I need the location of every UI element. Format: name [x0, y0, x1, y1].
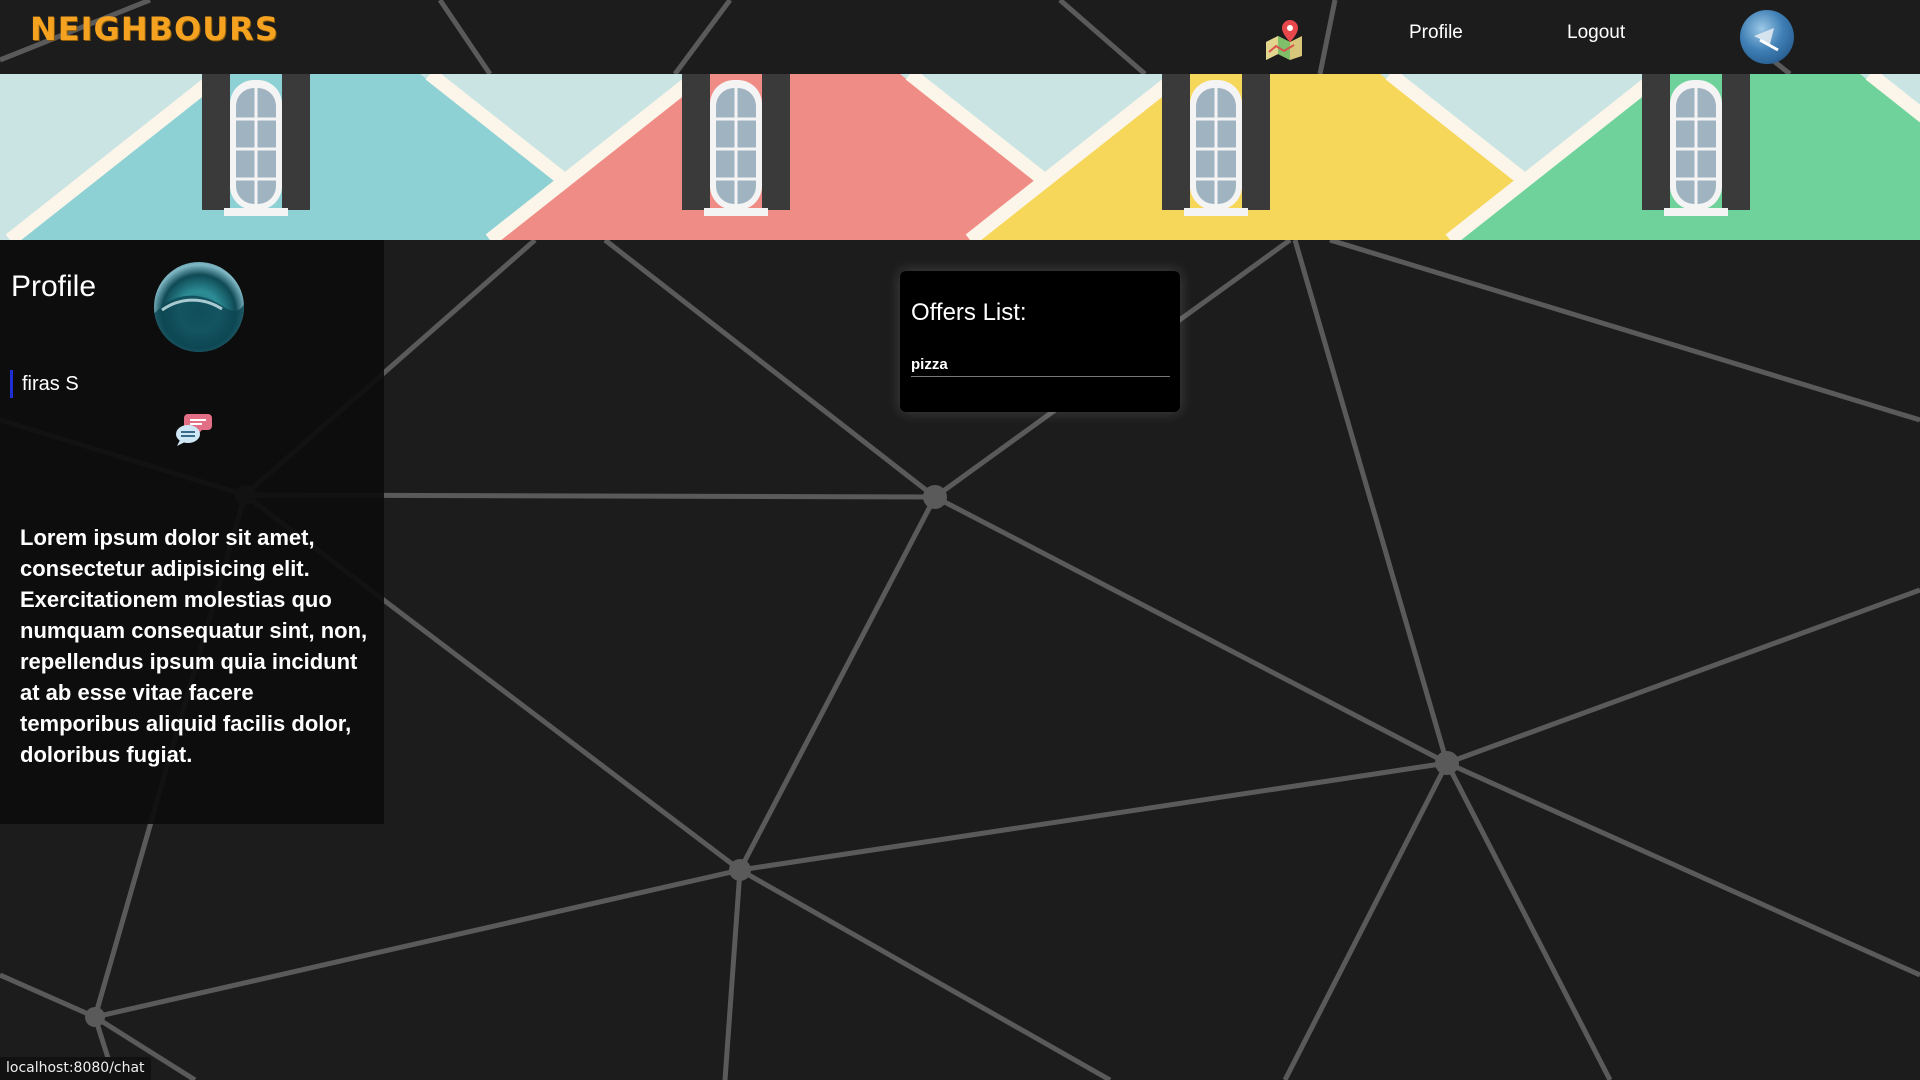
profile-username: firas S — [10, 370, 79, 398]
profile-panel: Profile firas S Lorem ipsum dolor sit am… — [0, 240, 384, 824]
offers-card: Offers List: pizza — [900, 271, 1180, 412]
offer-item[interactable]: pizza — [911, 356, 1170, 377]
nav-profile-link[interactable]: Profile — [1409, 22, 1463, 44]
offers-title: Offers List: — [911, 299, 1027, 326]
houses-banner — [0, 74, 1920, 240]
user-avatar[interactable] — [1740, 10, 1794, 64]
profile-avatar — [154, 262, 244, 352]
top-navbar: NEIGHBOURS Profile Logout — [0, 0, 1920, 74]
chat-bubbles-icon[interactable] — [174, 410, 214, 450]
status-bar-url: localhost:8080/chat — [0, 1057, 151, 1080]
nav-logout-link[interactable]: Logout — [1567, 22, 1625, 44]
profile-bio: Lorem ipsum dolor sit amet, consectetur … — [20, 525, 368, 767]
site-logo[interactable]: NEIGHBOURS — [30, 10, 279, 48]
profile-title: Profile — [11, 270, 97, 303]
map-pin-icon[interactable] — [1264, 18, 1304, 60]
